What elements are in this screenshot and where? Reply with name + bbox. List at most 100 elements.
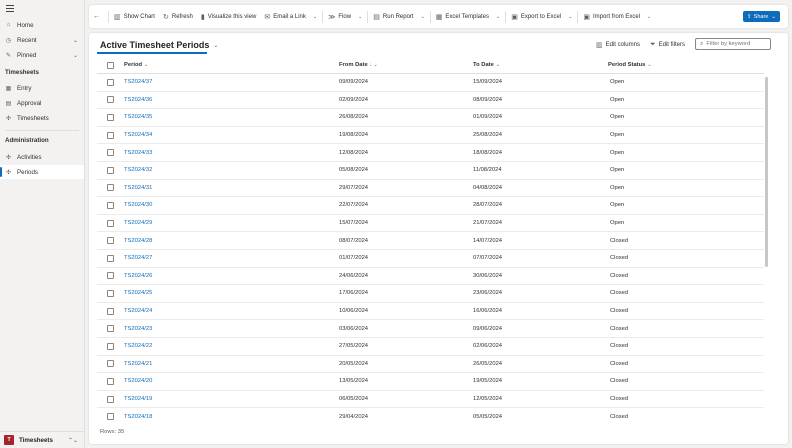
from-date-cell: 01/07/2024 bbox=[339, 255, 369, 262]
back-button[interactable]: ← bbox=[89, 5, 107, 28]
row-checkbox[interactable] bbox=[107, 254, 114, 262]
period-link[interactable]: TS2024/35 bbox=[124, 109, 152, 126]
period-link[interactable]: TS2024/19 bbox=[124, 391, 152, 408]
row-checkbox[interactable] bbox=[107, 272, 114, 280]
row-checkbox[interactable] bbox=[107, 78, 114, 86]
refresh-button[interactable]: ↻ Refresh bbox=[159, 5, 197, 28]
share-button[interactable]: ⇪ Share ⌄ bbox=[743, 11, 780, 22]
row-checkbox[interactable] bbox=[107, 289, 114, 297]
table-row[interactable]: TS2024/25 17/06/2024 23/06/2024 Closed bbox=[97, 285, 764, 303]
to-date-cell: 18/08/2024 bbox=[473, 149, 503, 156]
sidebar-item-activities[interactable]: ✣ Activities bbox=[0, 150, 84, 164]
row-checkbox[interactable] bbox=[107, 237, 114, 245]
row-checkbox[interactable] bbox=[107, 201, 114, 209]
row-checkbox[interactable] bbox=[107, 377, 114, 385]
sidebar-item-periods[interactable]: ✣ Periods bbox=[0, 165, 84, 179]
period-link[interactable]: TS2024/26 bbox=[124, 268, 152, 285]
table-row[interactable]: TS2024/26 24/06/2024 30/06/2024 Closed bbox=[97, 268, 764, 286]
email-a-link-button[interactable]: ✉ Email a Link ⌄ bbox=[260, 5, 321, 28]
export-to-excel-button[interactable]: ▣ Export to Excel ⌄ bbox=[507, 5, 576, 28]
table-row[interactable]: TS2024/21 20/05/2024 26/05/2024 Closed bbox=[97, 356, 764, 374]
period-link[interactable]: TS2024/32 bbox=[124, 162, 152, 179]
period-link[interactable]: TS2024/23 bbox=[124, 320, 152, 337]
period-link[interactable]: TS2024/29 bbox=[124, 215, 152, 232]
period-link[interactable]: TS2024/18 bbox=[124, 408, 152, 422]
chevron-down-icon: ⌄ bbox=[144, 62, 149, 68]
period-link[interactable]: TS2024/27 bbox=[124, 250, 152, 267]
period-link[interactable]: TS2024/30 bbox=[124, 197, 152, 214]
column-header-from-date[interactable]: From Date ↓ ⌄ bbox=[339, 57, 378, 73]
row-checkbox[interactable] bbox=[107, 413, 114, 421]
table-row[interactable]: TS2024/18 29/04/2024 05/05/2024 Closed bbox=[97, 408, 764, 422]
table-row[interactable]: TS2024/30 22/07/2024 28/07/2024 Open bbox=[97, 197, 764, 215]
row-checkbox[interactable] bbox=[107, 307, 114, 315]
row-checkbox[interactable] bbox=[107, 149, 114, 157]
report-icon: ▤ bbox=[373, 13, 380, 21]
row-checkbox[interactable] bbox=[107, 96, 114, 104]
table-row[interactable]: TS2024/29 15/07/2024 21/07/2024 Open bbox=[97, 215, 764, 233]
column-header-to-date[interactable]: To Date ⌄ bbox=[473, 57, 500, 73]
row-checkbox[interactable] bbox=[107, 184, 114, 192]
table-row[interactable]: TS2024/34 19/08/2024 25/08/2024 Open bbox=[97, 127, 764, 145]
grid-body[interactable]: TS2024/37 09/09/2024 15/09/2024 Open TS2… bbox=[97, 74, 764, 422]
column-header-period-status[interactable]: Period Status ⌄ bbox=[608, 57, 652, 73]
table-row[interactable]: TS2024/28 08/07/2024 14/07/2024 Closed bbox=[97, 232, 764, 250]
command-label: Excel Templates bbox=[445, 13, 489, 20]
period-link[interactable]: TS2024/20 bbox=[124, 373, 152, 390]
table-row[interactable]: TS2024/37 09/09/2024 15/09/2024 Open bbox=[97, 74, 764, 92]
table-row[interactable]: TS2024/33 12/08/2024 18/08/2024 Open bbox=[97, 144, 764, 162]
row-checkbox[interactable] bbox=[107, 131, 114, 139]
table-row[interactable]: TS2024/27 01/07/2024 07/07/2024 Closed bbox=[97, 250, 764, 268]
column-header-period[interactable]: Period ⌄ bbox=[124, 57, 148, 73]
refresh-icon: ↻ bbox=[162, 13, 169, 21]
row-checkbox[interactable] bbox=[107, 219, 114, 227]
sidebar-item-entry[interactable]: ▦ Entry bbox=[0, 81, 84, 95]
period-link[interactable]: TS2024/33 bbox=[124, 144, 152, 161]
sidebar-item-recent[interactable]: ◷ Recent ⌄ bbox=[0, 33, 84, 47]
sidebar-item-pinned[interactable]: ✎ Pinned ⌄ bbox=[0, 48, 84, 62]
import-from-excel-button[interactable]: ▣ Import from Excel ⌄ bbox=[579, 5, 655, 28]
period-link[interactable]: TS2024/37 bbox=[124, 74, 152, 91]
period-link[interactable]: TS2024/24 bbox=[124, 303, 152, 320]
visualize-this-view-button[interactable]: ▮ Visualize this view bbox=[197, 5, 260, 28]
table-row[interactable]: TS2024/22 27/05/2024 02/06/2024 Closed bbox=[97, 338, 764, 356]
period-link[interactable]: TS2024/28 bbox=[124, 232, 152, 249]
table-row[interactable]: TS2024/20 13/05/2024 19/05/2024 Closed bbox=[97, 373, 764, 391]
table-row[interactable]: TS2024/23 03/06/2024 09/06/2024 Closed bbox=[97, 320, 764, 338]
row-checkbox[interactable] bbox=[107, 166, 114, 174]
row-checkbox[interactable] bbox=[107, 342, 114, 350]
table-row[interactable]: TS2024/24 10/06/2024 16/06/2024 Closed bbox=[97, 303, 764, 321]
excel-templates-button[interactable]: ▦ Excel Templates ⌄ bbox=[432, 5, 504, 28]
edit-columns-button[interactable]: ▥ Edit columns bbox=[596, 41, 640, 49]
row-checkbox[interactable] bbox=[107, 360, 114, 368]
area-switcher[interactable]: T Timesheets ⌃⌄ bbox=[0, 431, 84, 448]
row-checkbox[interactable] bbox=[107, 325, 114, 333]
flow-button[interactable]: ≫ Flow ⌄ bbox=[324, 5, 366, 28]
sidebar-item-home[interactable]: ⌂ Home bbox=[0, 18, 84, 32]
period-link[interactable]: TS2024/31 bbox=[124, 180, 152, 197]
table-row[interactable]: TS2024/31 29/07/2024 04/08/2024 Open bbox=[97, 180, 764, 198]
sidebar-item-approval[interactable]: ▤ Approval bbox=[0, 96, 84, 110]
table-row[interactable]: TS2024/35 26/08/2024 01/09/2024 Open bbox=[97, 109, 764, 127]
row-checkbox[interactable] bbox=[107, 113, 114, 121]
run-report-button[interactable]: ▤ Run Report ⌄ bbox=[369, 5, 429, 28]
view-selector[interactable]: Active Timesheet Periods ⌄ bbox=[100, 40, 218, 50]
table-row[interactable]: TS2024/32 05/08/2024 11/08/2024 Open bbox=[97, 162, 764, 180]
table-row[interactable]: TS2024/36 02/09/2024 08/09/2024 Open bbox=[97, 92, 764, 110]
select-all-checkbox[interactable] bbox=[107, 61, 114, 69]
period-link[interactable]: TS2024/34 bbox=[124, 127, 152, 144]
sidebar-item-timesheets[interactable]: ✣ Timesheets bbox=[0, 111, 84, 125]
period-link[interactable]: TS2024/36 bbox=[124, 92, 152, 109]
sidebar-item-label: Entry bbox=[17, 84, 32, 92]
period-link[interactable]: TS2024/25 bbox=[124, 285, 152, 302]
vertical-scrollbar[interactable] bbox=[765, 77, 768, 267]
hamburger-menu-icon[interactable] bbox=[6, 5, 14, 12]
filter-search-box[interactable]: ⌕ bbox=[695, 38, 771, 50]
filter-input[interactable] bbox=[706, 41, 767, 47]
period-link[interactable]: TS2024/22 bbox=[124, 338, 152, 355]
edit-filters-button[interactable]: ⏷ Edit filters bbox=[650, 41, 685, 49]
show-chart-button[interactable]: ▥ Show Chart bbox=[110, 5, 159, 28]
row-checkbox[interactable] bbox=[107, 395, 114, 403]
table-row[interactable]: TS2024/19 06/05/2024 12/05/2024 Closed bbox=[97, 391, 764, 409]
period-link[interactable]: TS2024/21 bbox=[124, 356, 152, 373]
